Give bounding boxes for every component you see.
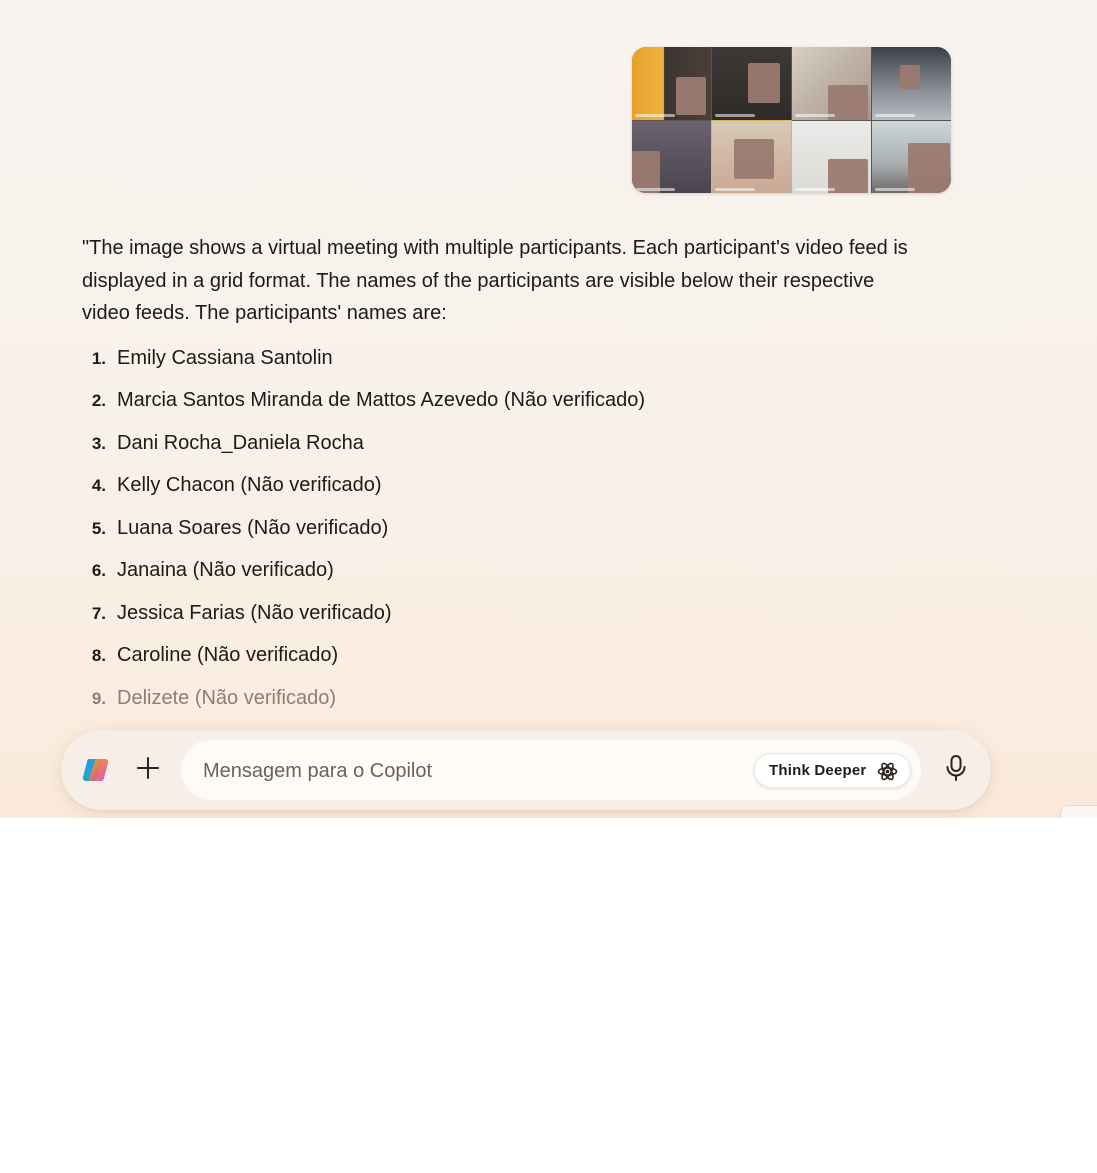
video-tile	[792, 47, 871, 120]
list-item: 3. Dani Rocha_Daniela Rocha	[82, 427, 912, 470]
list-item-text: Janaina (Não verificado)	[117, 559, 334, 581]
list-item: 2. Marcia Santos Miranda de Mattos Azeved…	[82, 384, 912, 427]
video-tile	[632, 47, 711, 120]
list-item-text: Kelly Chacon (Não verificado)	[117, 474, 382, 496]
video-tile	[712, 47, 791, 120]
side-panel-tab[interactable]	[1060, 805, 1097, 818]
list-item: 5. Luana Soares (Não verificado)	[82, 512, 912, 555]
list-number: 8.	[91, 646, 106, 665]
list-item-text: Marcia Santos Miranda de Mattos Azevedo …	[117, 389, 646, 411]
think-deeper-button[interactable]: Think Deeper	[754, 753, 911, 788]
list-number: 6.	[91, 561, 106, 580]
list-item-text: Dani Rocha_Daniela Rocha	[117, 431, 364, 454]
message-input-container: Think Deeper	[181, 740, 921, 802]
list-item-text: Emily Cassiana Santolin	[117, 346, 333, 369]
list-number: 1.	[91, 348, 106, 368]
response-intro: "The image shows a virtual meeting with …	[82, 237, 908, 324]
list-item: 9. Delizete (Não verificado)	[82, 682, 912, 725]
attached-image-thumbnail[interactable]	[632, 47, 951, 193]
list-item-text: Luana Soares (Não verificado)	[117, 516, 389, 539]
list-item-text: Jessica Farias (Não verificado)	[117, 601, 392, 624]
video-tile	[632, 121, 711, 193]
list-number: 9.	[91, 688, 106, 708]
list-number: 3.	[91, 433, 106, 453]
list-item: 6. Janaina (Não verificado)	[82, 554, 912, 597]
copilot-chat-window: "The image shows a virtual meeting with …	[0, 0, 1097, 818]
plus-icon	[136, 756, 160, 785]
list-item: 1. Emily Cassiana Santolin	[82, 342, 912, 385]
voice-input-button[interactable]	[936, 750, 976, 790]
list-number: 5.	[91, 518, 106, 538]
message-input[interactable]	[201, 740, 745, 802]
list-item: 8. Caroline (Não verificado)	[82, 639, 912, 682]
list-number: 4.	[91, 476, 106, 495]
think-deeper-label: Think Deeper	[769, 762, 867, 779]
microphone-icon	[943, 754, 969, 787]
video-tile	[872, 121, 951, 193]
list-item: 4. Kelly Chacon (Não verificado)	[82, 469, 912, 512]
assistant-response: "The image shows a virtual meeting with …	[82, 232, 912, 724]
video-tile	[792, 121, 871, 193]
list-number: 2.	[91, 391, 106, 410]
video-tile	[711, 120, 792, 193]
copilot-logo-icon	[81, 755, 111, 785]
add-attachment-button[interactable]	[128, 750, 168, 790]
list-number: 7.	[91, 603, 106, 623]
message-composer: Think Deeper	[61, 730, 991, 810]
list-item-text: Delizete (Não verificado)	[117, 686, 336, 709]
participant-list: 1. Emily Cassiana Santolin 2. Marcia Santo…	[82, 342, 912, 725]
video-tile	[872, 47, 951, 120]
list-item: 7. Jessica Farias (Não verificado)	[82, 597, 912, 640]
atom-icon	[877, 761, 898, 782]
list-item-text: Caroline (Não verificado)	[117, 644, 339, 666]
